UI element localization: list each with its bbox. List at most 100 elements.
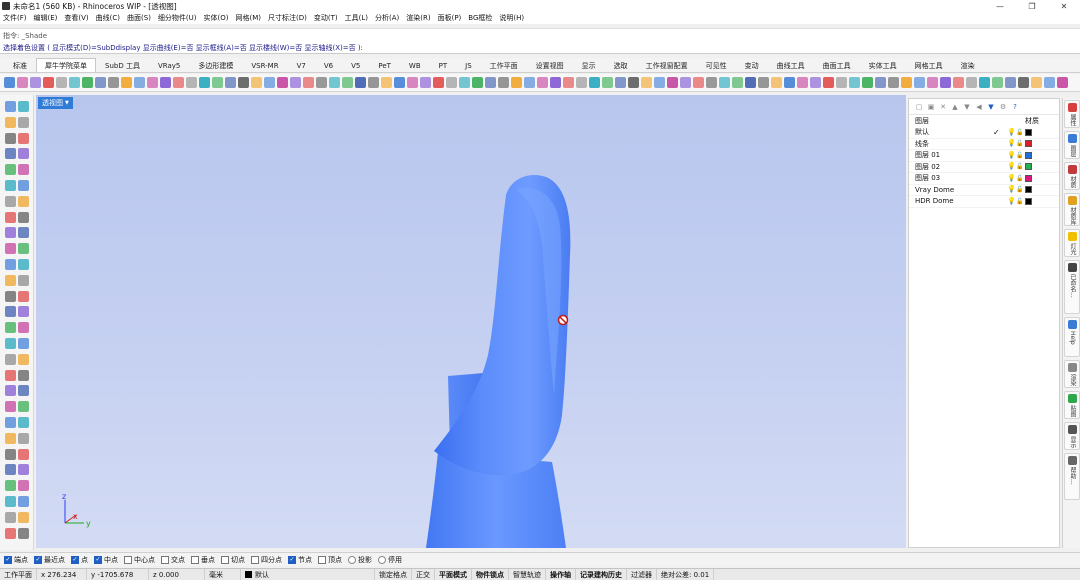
move-down-icon[interactable]: ▼: [963, 103, 971, 111]
osnap-checkbox[interactable]: ✓: [94, 555, 102, 564]
palette-tool-icon[interactable]: [18, 101, 29, 112]
status-toggle[interactable]: 操作轴: [546, 568, 576, 580]
toolbar-tab[interactable]: V7: [288, 58, 315, 72]
osnap-option[interactable]: ✓ 最近点: [34, 555, 65, 565]
toolbar-tool-icon[interactable]: [589, 77, 600, 88]
lock-icon[interactable]: 🔓: [1016, 129, 1023, 136]
palette-tool-icon[interactable]: [18, 148, 29, 160]
palette-tool-icon[interactable]: [5, 448, 16, 460]
palette-tool-icon[interactable]: [5, 306, 16, 318]
panel-tab[interactable]: 渲染: [1064, 360, 1080, 388]
palette-tool-icon[interactable]: [5, 511, 16, 523]
palette-tool-icon[interactable]: [5, 369, 16, 381]
toolbar-tool-icon[interactable]: [199, 77, 210, 88]
new-sublayer-icon[interactable]: ▣: [927, 103, 935, 111]
palette-tool-icon[interactable]: [18, 369, 29, 381]
panel-tab[interactable]: 材质库: [1064, 193, 1080, 226]
osnap-option[interactable]: ✓ 端点: [4, 555, 28, 565]
lightbulb-icon[interactable]: 💡: [1007, 186, 1016, 193]
layer-color-swatch[interactable]: [1025, 186, 1032, 194]
help-icon[interactable]: ?: [1011, 103, 1019, 111]
toolbar-tool-icon[interactable]: [511, 77, 522, 88]
toolbar-tab[interactable]: VRay5: [149, 58, 189, 72]
layer-row[interactable]: 图层 02 💡 🔓: [909, 162, 1059, 173]
move-parent-icon[interactable]: ◀: [975, 103, 983, 111]
palette-tool-icon[interactable]: [18, 448, 29, 460]
toolbar-tool-icon[interactable]: [524, 77, 535, 88]
toolbar-tool-icon[interactable]: [82, 77, 93, 88]
osnap-option[interactable]: ✓ 节点: [288, 555, 312, 565]
toolbar-tool-icon[interactable]: [641, 77, 652, 88]
toolbar-tool-icon[interactable]: [147, 77, 158, 88]
toolbar-tool-icon[interactable]: [342, 77, 353, 88]
toolbar-tool-icon[interactable]: [810, 77, 821, 88]
toolbar-tool-icon[interactable]: [1005, 77, 1016, 88]
toolbar-tool-icon[interactable]: [979, 77, 990, 88]
lightbulb-icon[interactable]: 💡: [1007, 163, 1016, 170]
lock-icon[interactable]: 🔓: [1016, 140, 1023, 147]
lightbulb-icon[interactable]: 💡: [1007, 140, 1016, 147]
palette-tool-icon[interactable]: [18, 195, 29, 207]
close-button[interactable]: ✕: [1048, 0, 1080, 12]
palette-tool-icon[interactable]: [18, 164, 29, 176]
panel-tab[interactable]: 帮助...: [1064, 453, 1080, 500]
palette-tool-icon[interactable]: [18, 259, 29, 270]
lightbulb-icon[interactable]: 💡: [1007, 174, 1016, 182]
palette-tool-icon[interactable]: [5, 322, 16, 334]
current-layer-check-icon[interactable]: ✓: [993, 128, 1007, 137]
toolbar-tool-icon[interactable]: [745, 77, 756, 88]
tools-icon[interactable]: ⚙: [999, 103, 1007, 111]
toolbar-tool-icon[interactable]: [56, 77, 67, 88]
palette-tool-icon[interactable]: [5, 353, 16, 365]
toolbar-tool-icon[interactable]: [914, 77, 925, 88]
layer-row[interactable]: 图层 03 💡 🔓: [909, 173, 1059, 185]
toolbar-tool-icon[interactable]: [719, 77, 730, 88]
osnap-checkbox[interactable]: [191, 555, 199, 564]
palette-tool-icon[interactable]: [5, 464, 16, 476]
toolbar-tool-icon[interactable]: [329, 77, 340, 88]
menu-item[interactable]: 说明(H): [499, 13, 524, 23]
palette-tool-icon[interactable]: [18, 116, 29, 128]
palette-tool-icon[interactable]: [18, 353, 29, 365]
osnap-checkbox[interactable]: [318, 555, 326, 564]
toolbar-tab[interactable]: WB: [400, 58, 430, 72]
toolbar-tool-icon[interactable]: [433, 77, 444, 88]
toolbar-tab[interactable]: V6: [315, 58, 342, 72]
toolbar-tool-icon[interactable]: [849, 77, 860, 88]
toolbar-tool-icon[interactable]: [17, 77, 28, 88]
toolbar-tool-icon[interactable]: [784, 77, 795, 88]
panel-tab[interactable]: 灯光: [1064, 229, 1080, 257]
palette-tool-icon[interactable]: [5, 211, 16, 223]
palette-tool-icon[interactable]: [18, 306, 29, 318]
menu-item[interactable]: 文件(F): [3, 13, 27, 23]
toolbar-tab[interactable]: PT: [430, 58, 457, 72]
toolbar-tab[interactable]: 工作视窗配置: [637, 58, 697, 72]
menu-item[interactable]: 尺寸标注(D): [268, 13, 307, 23]
toolbar-tool-icon[interactable]: [95, 77, 106, 88]
toolbar-tool-icon[interactable]: [927, 77, 938, 88]
palette-tool-icon[interactable]: [18, 227, 29, 239]
panel-tab[interactable]: Help: [1064, 317, 1080, 357]
palette-tool-icon[interactable]: [5, 432, 16, 444]
panel-tab[interactable]: 显示: [1064, 422, 1080, 450]
toolbar-tool-icon[interactable]: [381, 77, 392, 88]
layer-row[interactable]: 线条 💡 🔓: [909, 139, 1059, 150]
toolbar-tool-icon[interactable]: [602, 77, 613, 88]
palette-tool-icon[interactable]: [5, 274, 16, 286]
palette-tool-icon[interactable]: [18, 432, 29, 444]
palette-tool-icon[interactable]: [18, 496, 29, 507]
palette-tool-icon[interactable]: [18, 211, 29, 223]
status-cplane[interactable]: 工作平面: [0, 568, 37, 580]
menu-item[interactable]: 编辑(E): [34, 13, 58, 23]
toolbar-tool-icon[interactable]: [706, 77, 717, 88]
toolbar-tool-icon[interactable]: [316, 77, 327, 88]
toolbar-tool-icon[interactable]: [693, 77, 704, 88]
osnap-checkbox[interactable]: ✓: [71, 555, 79, 564]
status-toggle[interactable]: 记录建构历史: [576, 568, 627, 580]
toolbar-tool-icon[interactable]: [797, 77, 808, 88]
toolbar-tab[interactable]: 曲面工具: [814, 58, 860, 72]
toolbar-tool-icon[interactable]: [654, 77, 665, 88]
palette-tool-icon[interactable]: [18, 338, 29, 349]
palette-tool-icon[interactable]: [18, 290, 29, 302]
toolbar-tool-icon[interactable]: [615, 77, 626, 88]
